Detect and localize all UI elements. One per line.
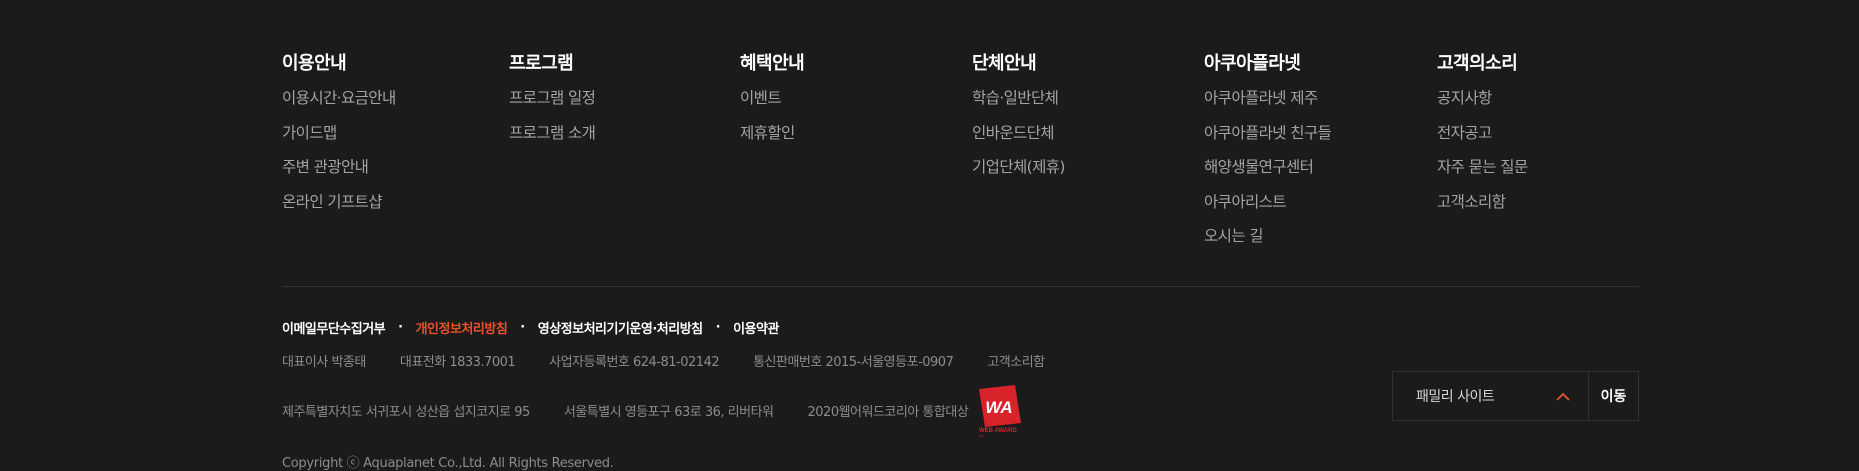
family-site-label: 패밀리 사이트 bbox=[1416, 389, 1495, 405]
nav-link[interactable]: 프로그램 일정 bbox=[509, 88, 596, 109]
customer-voice-link[interactable]: 고객소리함 bbox=[987, 351, 1045, 370]
nav-link[interactable]: 이벤트 bbox=[740, 88, 804, 109]
nav-link[interactable]: 기업단체(제휴) bbox=[972, 157, 1065, 178]
family-site-go-button[interactable]: 이동 bbox=[1589, 372, 1638, 420]
privacy-policy-link[interactable]: 개인정보처리방침 bbox=[416, 318, 508, 337]
nav-link[interactable]: 프로그램 소개 bbox=[509, 123, 596, 144]
biz-number-text: 사업자등록번호 624-81-02142 bbox=[549, 354, 720, 370]
nav-link[interactable]: 아쿠아플라넷 제주 bbox=[1204, 88, 1331, 109]
nav-link[interactable]: 공지사항 bbox=[1437, 88, 1528, 109]
nav-col-customer: 고객의소리 공지사항 전자공고 자주 묻는 질문 고객소리함 bbox=[1437, 52, 1528, 226]
mail-order-text: 통신판매번호 2015-서울영등포-0907 bbox=[753, 354, 954, 370]
footer-divider bbox=[282, 286, 1639, 287]
nav-link[interactable]: 아쿠아리스트 bbox=[1204, 192, 1331, 213]
email-refusal-link[interactable]: 이메일무단수집거부 bbox=[282, 318, 386, 337]
nav-link[interactable]: 아쿠아플라넷 친구들 bbox=[1204, 123, 1332, 144]
nav-link[interactable]: 온라인 기프트샵 bbox=[282, 192, 396, 213]
jeju-address: 제주특별자치도 서귀포시 성산읍 섭지코지로 95 bbox=[282, 404, 530, 420]
cctv-policy-link[interactable]: 영상정보처리기기운영·처리방침 bbox=[538, 318, 703, 337]
nav-col-program: 프로그램 프로그램 일정 프로그램 소개 bbox=[509, 52, 596, 157]
copyright-text: Copyright ⓒ Aquaplanet Co.,Ltd. All Righ… bbox=[282, 456, 614, 471]
nav-col-benefits: 혜택안내 이벤트 제휴할인 bbox=[740, 52, 805, 157]
nav-link[interactable]: 오시는 길 bbox=[1204, 226, 1331, 247]
seoul-address: 서울특별시 영등포구 63로 36, 리버타워 bbox=[563, 404, 774, 420]
nav-col-title[interactable]: 이용안내 bbox=[282, 52, 396, 76]
terms-link[interactable]: 이용약관 bbox=[733, 318, 779, 337]
address-info: 제주특별자치도 서귀포시 성산읍 섭지코지로 95 서울특별시 영등포구 63로… bbox=[282, 401, 969, 420]
nav-link[interactable]: 해양생물연구센터 bbox=[1204, 157, 1331, 178]
ceo-text: 대표이사 박종태 bbox=[282, 354, 366, 370]
nav-col-group: 단체안내 학습·일반단체 인바운드단체 기업단체(제휴) bbox=[972, 52, 1065, 192]
nav-link[interactable]: 이용시간·요금안내 bbox=[282, 88, 396, 109]
nav-col-title[interactable]: 단체안내 bbox=[972, 52, 1065, 76]
separator-dot: · bbox=[520, 319, 525, 335]
nav-col-title[interactable]: 고객의소리 bbox=[1437, 52, 1528, 76]
nav-link[interactable]: 학습·일반단체 bbox=[972, 88, 1065, 109]
family-site-selector: 패밀리 사이트 이동 bbox=[1392, 371, 1639, 421]
phone-text: 대표전화 1833.7001 bbox=[399, 354, 516, 370]
nav-link[interactable]: 고객소리함 bbox=[1437, 192, 1528, 213]
nav-link[interactable]: 인바운드단체 bbox=[972, 123, 1065, 144]
chevron-up-icon bbox=[1556, 392, 1570, 401]
separator-dot: · bbox=[715, 319, 721, 335]
nav-link[interactable]: 주변 관광안내 bbox=[282, 157, 396, 178]
award-logo-text: WA bbox=[985, 398, 1012, 417]
nav-col-title[interactable]: 혜택안내 bbox=[740, 52, 805, 76]
policy-links: 이메일무단수집거부 · 개인정보처리방침 · 영상정보처리기기운영·처리방침 ·… bbox=[282, 318, 779, 337]
award-logo-sub: 20 bbox=[979, 433, 984, 437]
award-text: 2020웹어워드코리아 통합대상 bbox=[807, 404, 969, 420]
nav-col-usage: 이용안내 이용시간·요금안내 가이드맵 주변 관광안내 온라인 기프트샵 bbox=[282, 52, 396, 226]
nav-col-title[interactable]: 아쿠아플라넷 bbox=[1204, 52, 1331, 76]
nav-col-aquaplanet: 아쿠아플라넷 아쿠아플라넷 제주 아쿠아플라넷 친구들 해양생물연구센터 아쿠아… bbox=[1204, 52, 1332, 261]
nav-link[interactable]: 자주 묻는 질문 bbox=[1437, 157, 1528, 178]
nav-link[interactable]: 제휴할인 bbox=[740, 123, 804, 144]
nav-link[interactable]: 가이드맵 bbox=[282, 123, 396, 144]
web-award-logo: WA WEB AWARD 20 bbox=[979, 385, 1021, 437]
family-site-dropdown[interactable]: 패밀리 사이트 bbox=[1393, 372, 1589, 420]
nav-col-title[interactable]: 프로그램 bbox=[509, 52, 595, 76]
award-logo-caption: WEB AWARD bbox=[979, 428, 1017, 434]
company-info: 대표이사 박종태 대표전화 1833.7001 사업자등록번호 624-81-0… bbox=[282, 351, 1079, 370]
nav-link[interactable]: 전자공고 bbox=[1437, 123, 1528, 144]
separator-dot: · bbox=[398, 319, 403, 335]
